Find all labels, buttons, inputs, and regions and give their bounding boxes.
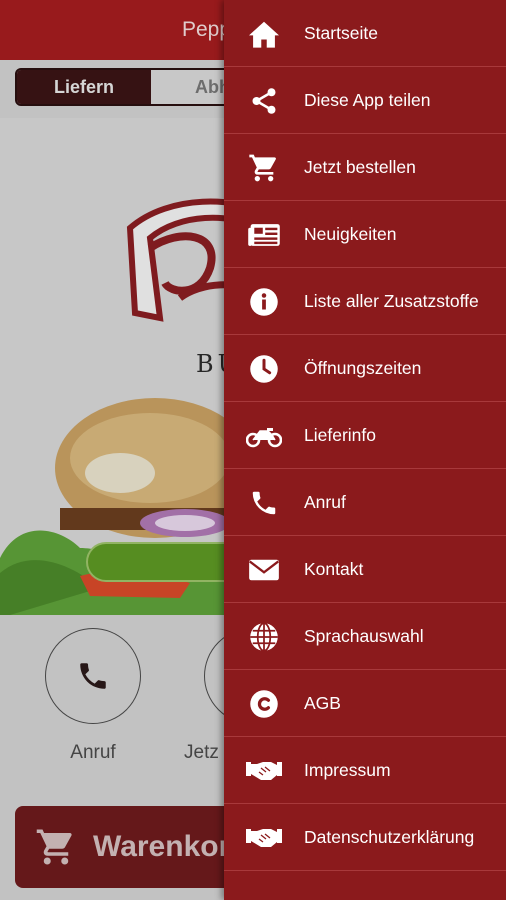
- menu-label: Lieferinfo: [304, 425, 376, 445]
- menu-item-delivery-info[interactable]: Lieferinfo: [224, 402, 506, 469]
- handshake-icon: [224, 804, 304, 871]
- menu-item-privacy[interactable]: Datenschutzerklärung: [224, 804, 506, 871]
- menu-label: Diese App teilen: [304, 90, 431, 110]
- menu-label: Kontakt: [304, 559, 364, 579]
- menu-item-startseite[interactable]: Startseite: [224, 0, 506, 67]
- share-icon: [224, 67, 304, 134]
- menu-label: Sprachauswahl: [304, 626, 424, 646]
- menu-label: Anruf: [304, 492, 346, 512]
- motorcycle-icon: [224, 402, 304, 469]
- phone-icon: [224, 469, 304, 536]
- menu-item-call[interactable]: Anruf: [224, 469, 506, 536]
- menu-item-additives[interactable]: Liste aller Zusatzstoffe: [224, 268, 506, 335]
- menu-item-language[interactable]: Sprachauswahl: [224, 603, 506, 670]
- menu-item-news[interactable]: Neuigkeiten: [224, 201, 506, 268]
- navigation-drawer: Startseite Diese App teilen Jetzt bestel…: [224, 0, 506, 900]
- menu-item-agb[interactable]: AGB: [224, 670, 506, 737]
- menu-label: AGB: [304, 693, 341, 713]
- cart-icon: [224, 134, 304, 201]
- menu-label: Datenschutzerklärung: [304, 827, 475, 847]
- globe-icon: [224, 603, 304, 670]
- menu-label: Öffnungszeiten: [304, 358, 422, 378]
- menu-label: Neuigkeiten: [304, 224, 397, 244]
- menu-label: Startseite: [304, 23, 378, 43]
- menu-item-order[interactable]: Jetzt bestellen: [224, 134, 506, 201]
- menu-item-opening-hours[interactable]: Öffnungszeiten: [224, 335, 506, 402]
- envelope-icon: [224, 536, 304, 603]
- handshake-icon: [224, 737, 304, 804]
- menu-label: Jetzt bestellen: [304, 157, 416, 177]
- menu-label: Liste aller Zusatzstoffe: [304, 291, 479, 311]
- menu-item-contact[interactable]: Kontakt: [224, 536, 506, 603]
- home-icon: [224, 0, 304, 67]
- info-icon: [224, 268, 304, 335]
- menu-label: Impressum: [304, 760, 391, 780]
- clock-icon: [224, 335, 304, 402]
- copyright-icon: [224, 670, 304, 737]
- menu-item-share[interactable]: Diese App teilen: [224, 67, 506, 134]
- news-icon: [224, 201, 304, 268]
- menu-item-imprint[interactable]: Impressum: [224, 737, 506, 804]
